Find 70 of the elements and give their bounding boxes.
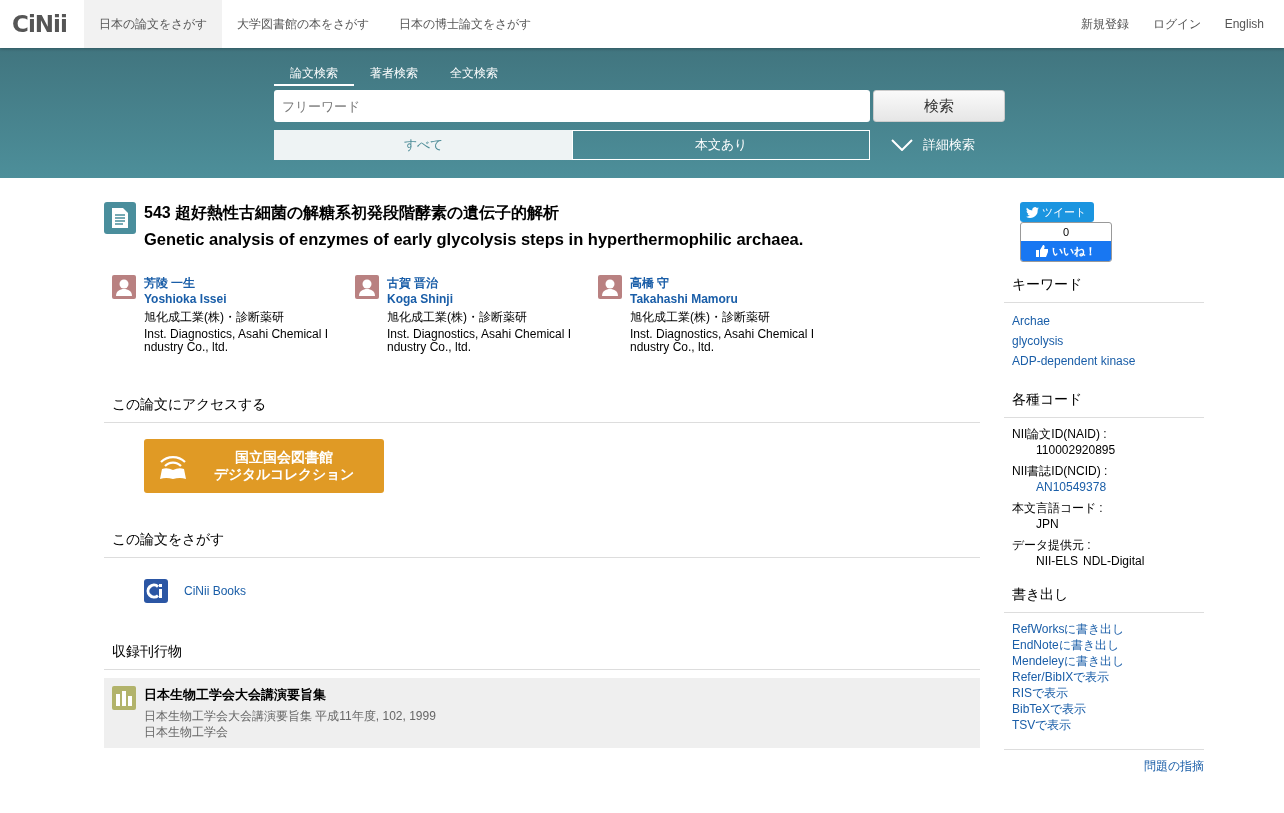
export-link[interactable]: TSVで表示: [1012, 718, 1072, 732]
section-heading: 各種コード: [1004, 391, 1204, 418]
filter-toggle[interactable]: すべて: [274, 130, 572, 160]
header-link[interactable]: 新規登録: [1068, 0, 1141, 48]
search-field[interactable]: フリーワード: [274, 90, 870, 122]
chevron-down-icon: [891, 139, 913, 151]
avatar-icon: [112, 275, 136, 299]
journal-publisher: 日本生物工学会: [144, 724, 229, 740]
bird-icon: [1026, 206, 1039, 218]
search-tab[interactable]: 論文検索: [274, 64, 354, 86]
section-heading: この論文にアクセスする: [104, 396, 980, 423]
site-logo[interactable]: CiNii: [12, 11, 67, 37]
author-name-english[interactable]: Koga Shinji: [387, 292, 577, 306]
search-button[interactable]: 検索: [873, 90, 1005, 122]
author-affiliation: 旭化成工業(株)・診断薬研: [630, 309, 771, 326]
code-link[interactable]: AN10549378: [1036, 480, 1107, 494]
code-value: NII-ELS: [1036, 554, 1078, 568]
nav-tab[interactable]: 大学図書館の本をさがす: [221, 0, 384, 48]
export-link[interactable]: RefWorksに書き出し: [1012, 622, 1125, 636]
search-tab[interactable]: 著者検索: [354, 64, 434, 86]
article-title-english: Genetic analysis of enzymes of early glycolysis steps in hyperthermophilic archaea.: [144, 230, 804, 249]
code-label: NII書誌ID(NCID) :: [1012, 463, 1109, 480]
section-heading: キーワード: [1004, 276, 1204, 303]
keyword-link[interactable]: glycolysis: [1012, 334, 1064, 348]
like-count: 0: [1061, 225, 1071, 240]
like-button[interactable]: いいね！: [1021, 241, 1111, 261]
nav-tab[interactable]: 日本の博士論文をさがす: [383, 0, 546, 48]
code-value: NDL-Digital: [1083, 554, 1145, 568]
export-link[interactable]: RISで表示: [1012, 686, 1068, 700]
avatar-icon: [355, 275, 379, 299]
author-name[interactable]: 高橋 守: [630, 275, 820, 292]
article-title: 543 超好熱性古細菌の解糖系初発段階酵素の遺伝子的解析: [144, 203, 561, 223]
document-icon: [104, 202, 136, 234]
section-heading: この論文をさがす: [104, 531, 980, 558]
journal-title: 日本生物工学会大会講演要旨集: [144, 686, 327, 704]
export-link[interactable]: Mendeleyに書き出し: [1012, 654, 1125, 668]
bar-chart-icon: [112, 686, 136, 710]
code-label: 本文言語コード :: [1012, 500, 1104, 517]
author-affiliation-english: Inst. Diagnostics, Asahi Chemical Industry Co., ltd.: [630, 328, 816, 354]
report-link[interactable]: 問題の指摘: [1144, 759, 1204, 773]
keyword-link[interactable]: Archae: [1012, 314, 1051, 328]
author-name[interactable]: 古賀 晋治: [387, 275, 577, 292]
export-link[interactable]: BibTeXで表示: [1012, 702, 1087, 716]
author-affiliation-english: Inst. Diagnostics, Asahi Chemical Industry Co., ltd.: [387, 328, 573, 354]
author-name-english[interactable]: Takahashi Mamoru: [630, 292, 820, 306]
header-link[interactable]: English: [1212, 0, 1284, 48]
code-label: NII論文ID(NAID) :: [1012, 426, 1108, 443]
cinii-books-icon: [144, 579, 168, 603]
author-name-english[interactable]: Yoshioka Issei: [144, 292, 334, 306]
code-label: データ提供元 :: [1012, 537, 1092, 554]
avatar-icon: [598, 275, 622, 299]
advanced-search-link[interactable]: 詳細検索: [923, 136, 975, 154]
search-tab[interactable]: 全文検索: [434, 64, 514, 86]
thumbs-up-icon: [1036, 245, 1048, 257]
section-heading: 収録刊行物: [104, 643, 980, 670]
nav-tab[interactable]: 日本の論文をさがす: [83, 0, 222, 48]
journal-details: 日本生物工学会大会講演要旨集 平成11年度, 102, 1999: [144, 708, 436, 724]
section-heading: 書き出し: [1004, 586, 1204, 613]
header-link[interactable]: ログイン: [1140, 0, 1213, 48]
author-affiliation: 旭化成工業(株)・診断薬研: [144, 309, 285, 326]
filter-toggle[interactable]: 本文あり: [572, 130, 870, 160]
author-affiliation-english: Inst. Diagnostics, Asahi Chemical Industry Co., ltd.: [144, 328, 330, 354]
export-link[interactable]: Refer/BibIXで表示: [1012, 670, 1110, 684]
author-name[interactable]: 芳陵 一生: [144, 275, 334, 292]
cinii-books-link[interactable]: CiNii Books: [184, 584, 246, 598]
keyword-link[interactable]: ADP-dependent kinase: [1012, 354, 1136, 368]
code-value: JPN: [1036, 517, 1059, 531]
code-value: 110002920895: [1036, 443, 1116, 457]
author-affiliation: 旭化成工業(株)・診断薬研: [387, 309, 528, 326]
export-link[interactable]: EndNoteに書き出し: [1012, 638, 1119, 652]
